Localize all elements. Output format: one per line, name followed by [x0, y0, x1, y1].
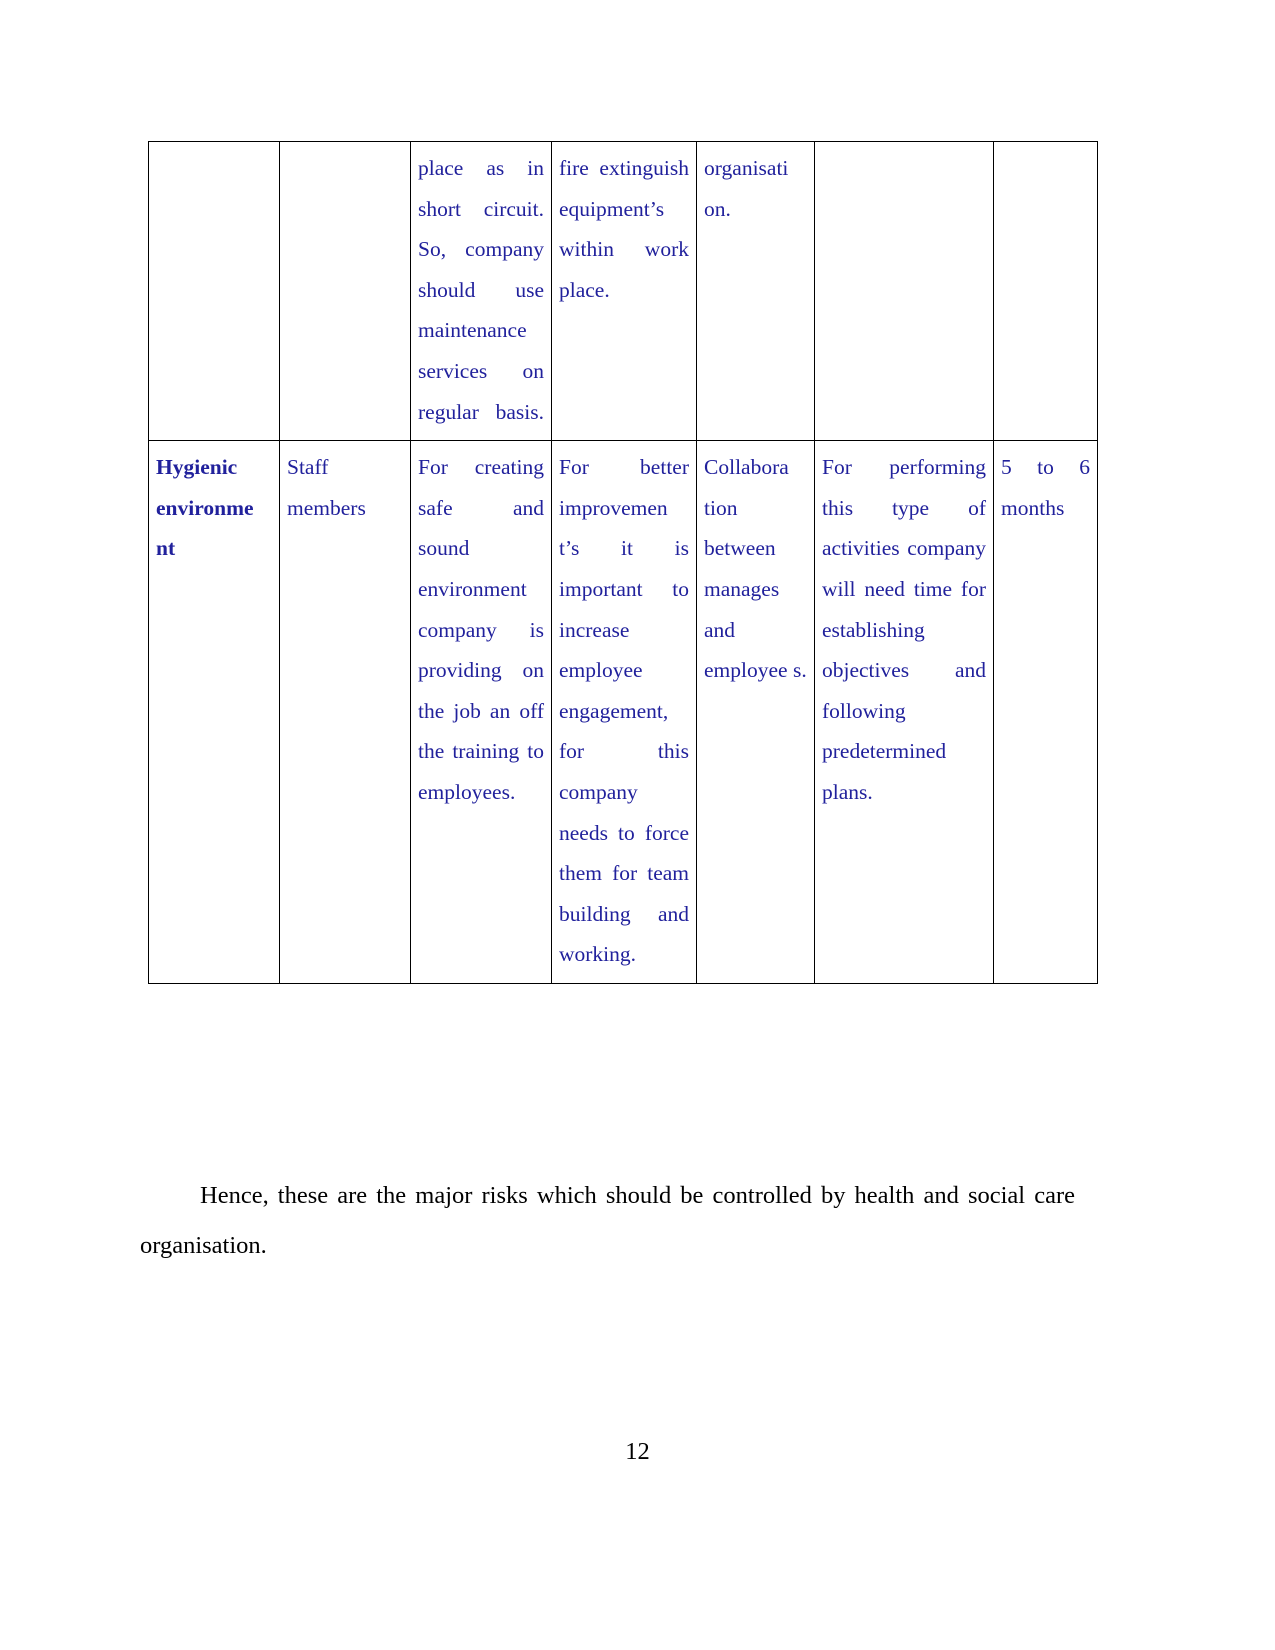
cell-resources-required: [814, 140, 994, 442]
cell-further-action: For better improvemen t’s it is importan…: [551, 440, 697, 984]
cell-timescale: [993, 140, 1098, 442]
cell-timescale: 5 to 6 months: [993, 440, 1098, 984]
closing-paragraph: Hence, these are the major risks which s…: [140, 1181, 1075, 1259]
table-row: place as in short circuit. So, company s…: [148, 140, 1098, 442]
document-page: place as in short circuit. So, company s…: [0, 0, 1275, 1650]
cell-resources-required: For performing this type of activities c…: [814, 440, 994, 984]
risk-assessment-table: place as in short circuit. So, company s…: [148, 140, 1098, 984]
cell-existing-controls: For creating safe and sound environment …: [410, 440, 552, 984]
page-number: 12: [625, 1438, 650, 1465]
cell-further-action: fire extinguish equipment’s within work …: [551, 140, 697, 442]
cell-risk-name: Hygienic environme nt: [148, 440, 280, 984]
table-row: Hygienic environme nt Staff members For …: [148, 440, 1098, 984]
cell-responsible-person: Collabora tion between manages and emplo…: [696, 440, 815, 984]
cell-existing-controls: place as in short circuit. So, company s…: [410, 140, 552, 442]
cell-persons-affected: Staff members: [279, 440, 411, 984]
cell-persons-affected: [279, 140, 411, 442]
cell-responsible-person: organisati on.: [696, 140, 815, 442]
cell-risk-name: [148, 140, 280, 442]
